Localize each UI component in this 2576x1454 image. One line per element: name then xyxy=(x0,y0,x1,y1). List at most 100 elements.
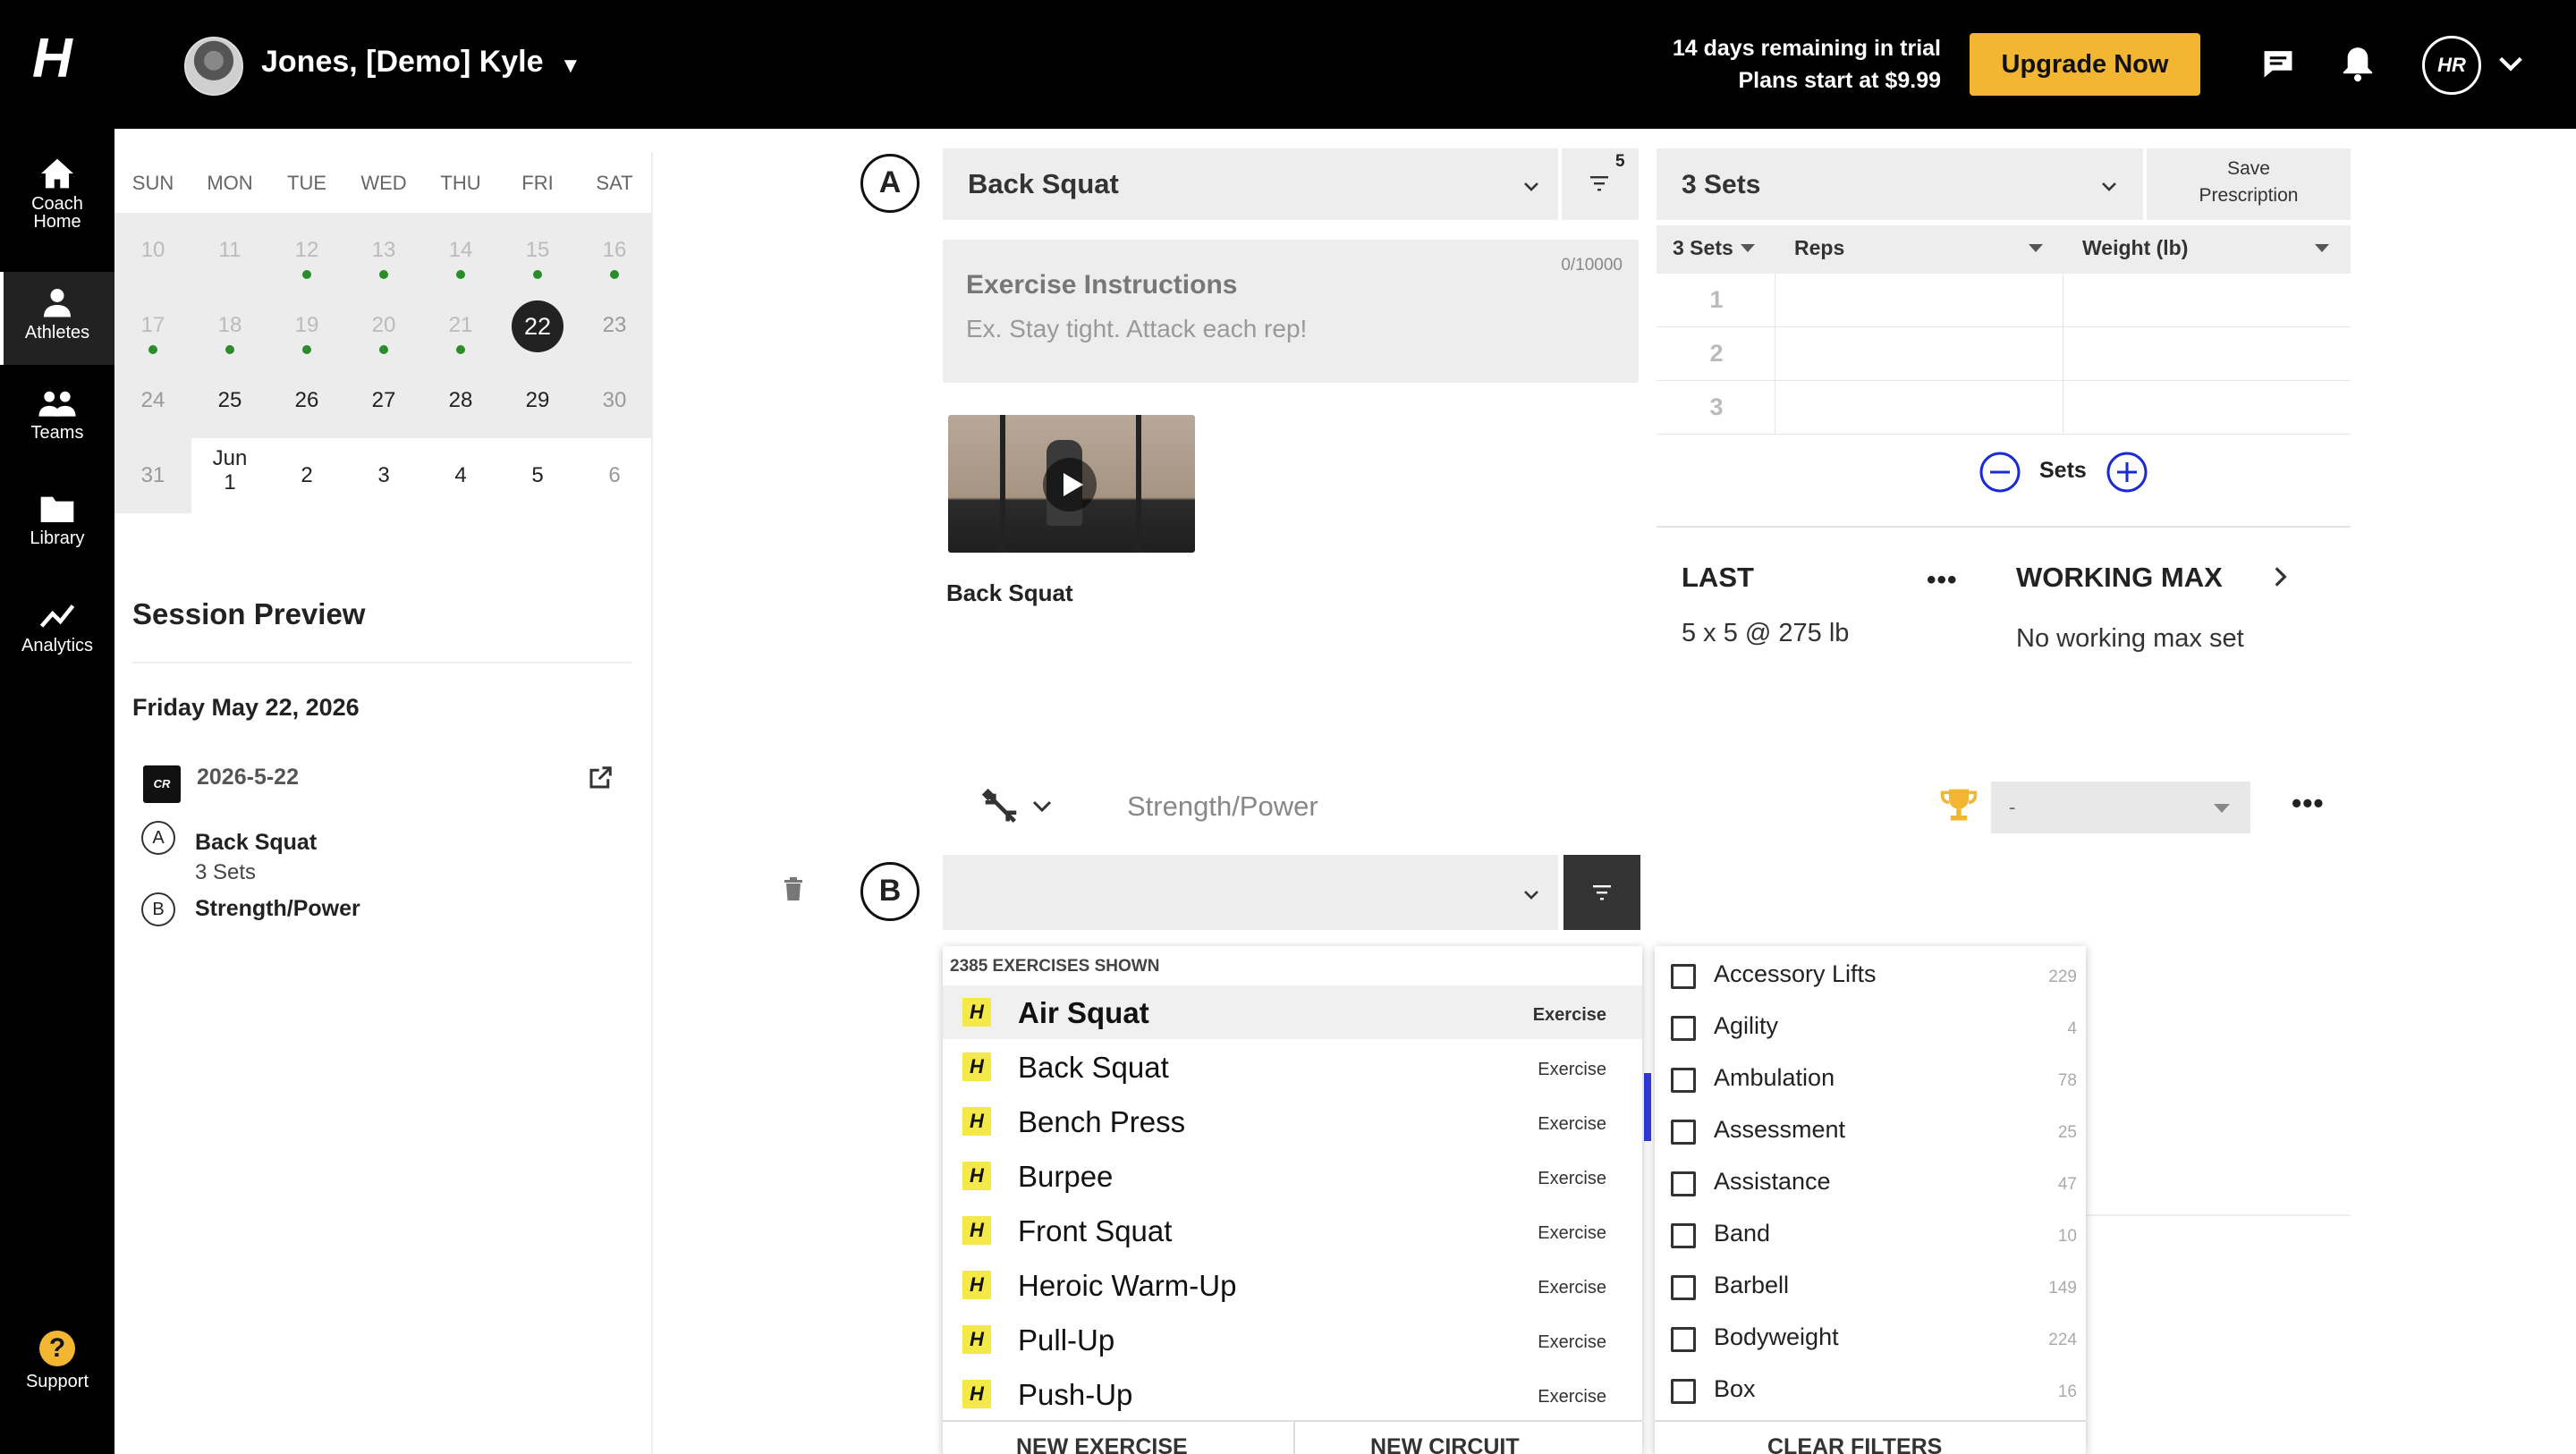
column-header[interactable]: 3 Sets xyxy=(1673,236,1733,260)
filter-option[interactable]: Assistance 47 xyxy=(1655,1155,2086,1207)
filter-checkbox[interactable] xyxy=(1671,1379,1696,1404)
filter-option[interactable]: Assessment 25 xyxy=(1655,1103,2086,1155)
chevron-down-icon[interactable] xyxy=(2496,48,2526,79)
filter-option[interactable]: Barbell 149 xyxy=(1655,1259,2086,1311)
exercise-option[interactable]: H Burpee Exercise xyxy=(943,1149,1642,1203)
calendar-day[interactable]: 4 xyxy=(422,438,499,513)
chevron-down-icon[interactable] xyxy=(1030,798,1054,816)
filter-option[interactable]: Band 10 xyxy=(1655,1207,2086,1259)
play-icon[interactable] xyxy=(1041,456,1098,513)
nav-analytics[interactable]: Analytics xyxy=(0,599,114,655)
filter-checkbox[interactable] xyxy=(1671,1016,1696,1041)
circuit-name[interactable]: Strength/Power xyxy=(1127,790,1318,823)
calendar-day[interactable]: 17 xyxy=(114,288,191,363)
calendar-day[interactable]: 29 xyxy=(499,363,576,438)
exercise-option[interactable]: H Pull-Up Exercise xyxy=(943,1313,1642,1366)
calendar-day[interactable]: 25 xyxy=(191,363,268,438)
chevron-down-icon[interactable] xyxy=(1521,883,1542,905)
support-label[interactable]: Support xyxy=(0,1372,114,1392)
open-external-icon[interactable] xyxy=(587,765,614,791)
user-avatar[interactable]: HR xyxy=(2422,36,2481,95)
upgrade-button[interactable]: Upgrade Now xyxy=(1970,33,2200,96)
calendar-day[interactable]: 28 xyxy=(422,363,499,438)
calendar-day[interactable]: 26 xyxy=(268,363,345,438)
exercise-select[interactable] xyxy=(943,855,1558,930)
filter-checkbox[interactable] xyxy=(1671,1223,1696,1248)
filter-option[interactable]: Ambulation 78 xyxy=(1655,1052,2086,1103)
nav-teams[interactable]: Teams xyxy=(0,388,114,442)
calendar-day[interactable]: 15 xyxy=(499,213,576,288)
filter-option[interactable]: Bodyweight 224 xyxy=(1655,1311,2086,1363)
calendar-day[interactable]: 10 xyxy=(114,213,191,288)
filter-checkbox[interactable] xyxy=(1671,1275,1696,1300)
trash-icon[interactable] xyxy=(784,876,803,901)
calendar-day[interactable]: 5 xyxy=(499,438,576,513)
more-options-icon[interactable]: ••• xyxy=(1927,565,1958,596)
new-exercise-button[interactable]: NEW EXERCISE xyxy=(1016,1434,1188,1454)
add-set-icon[interactable] xyxy=(2106,451,2148,494)
more-options-icon[interactable]: ••• xyxy=(2292,787,2325,820)
calendar-day[interactable]: 12 xyxy=(268,213,345,288)
calendar-day[interactable]: 21 xyxy=(422,288,499,363)
exercise-filter-button[interactable] xyxy=(1563,855,1640,930)
athlete-avatar[interactable] xyxy=(184,37,243,96)
calendar-day[interactable]: 14 xyxy=(422,213,499,288)
column-header[interactable]: Weight (lb) xyxy=(2082,236,2188,260)
chevron-down-icon[interactable] xyxy=(1521,175,1542,197)
circuit-type-icon[interactable] xyxy=(980,787,1021,828)
athlete-name[interactable]: Jones, [Demo] Kyle xyxy=(261,45,544,80)
clear-filters-button[interactable]: CLEAR FILTERS xyxy=(1767,1434,1942,1454)
calendar-day[interactable]: Jun 1 xyxy=(191,438,268,513)
exercise-option[interactable]: H Front Squat Exercise xyxy=(943,1204,1642,1257)
calendar-day[interactable]: 20 xyxy=(345,288,422,363)
filter-checkbox[interactable] xyxy=(1671,1171,1696,1196)
calendar-day[interactable]: 18 xyxy=(191,288,268,363)
calendar-day[interactable]: 27 xyxy=(345,363,422,438)
support-icon[interactable]: ? xyxy=(39,1331,75,1366)
caret-down-icon[interactable] xyxy=(2313,241,2331,254)
save-prescription-button[interactable]: Save Prescription xyxy=(2147,148,2351,220)
calendar-day[interactable]: 23 xyxy=(576,288,653,363)
exercise-option[interactable]: H Back Squat Exercise xyxy=(943,1040,1642,1094)
calendar-day[interactable]: 19 xyxy=(268,288,345,363)
filter-checkbox[interactable] xyxy=(1671,964,1696,989)
exercise-option[interactable]: H Air Squat Exercise xyxy=(943,985,1642,1039)
exercise-filter-button[interactable] xyxy=(1562,148,1639,220)
filter-checkbox[interactable] xyxy=(1671,1068,1696,1093)
chevron-right-icon[interactable] xyxy=(2268,563,2292,590)
calendar-day[interactable]: 6 xyxy=(576,438,653,513)
exercise-option[interactable]: H Heroic Warm-Up Exercise xyxy=(943,1258,1642,1312)
trophy-icon[interactable] xyxy=(1939,785,1979,826)
filter-checkbox[interactable] xyxy=(1671,1327,1696,1352)
prescription-row[interactable]: 1 xyxy=(1657,274,2351,327)
calendar-day[interactable]: 16 xyxy=(576,213,653,288)
remove-set-icon[interactable] xyxy=(1979,451,2021,494)
exercise-video-thumbnail[interactable] xyxy=(948,415,1195,553)
filter-option[interactable]: Box 16 xyxy=(1655,1363,2086,1415)
filter-checkbox[interactable] xyxy=(1671,1120,1696,1145)
exercise-option[interactable]: H Bench Press Exercise xyxy=(943,1095,1642,1148)
caret-down-icon[interactable] xyxy=(1739,241,1757,254)
bell-icon[interactable] xyxy=(2340,45,2376,82)
column-header[interactable]: Reps xyxy=(1794,236,1844,260)
new-circuit-button[interactable]: NEW CIRCUIT xyxy=(1370,1434,1520,1454)
caret-down-icon[interactable] xyxy=(2027,241,2045,254)
filter-option[interactable]: Accessory Lifts 229 xyxy=(1655,948,2086,1000)
nav-coach-home[interactable]: Coach Home xyxy=(0,157,114,231)
calendar-day[interactable]: 11 xyxy=(191,213,268,288)
calendar-day[interactable]: 24 xyxy=(114,363,191,438)
calendar-day[interactable]: 3 xyxy=(345,438,422,513)
caret-down-icon[interactable] xyxy=(2213,803,2231,814)
app-logo[interactable]: H xyxy=(32,31,86,87)
calendar-day[interactable]: 31 xyxy=(114,438,191,513)
chevron-down-icon[interactable] xyxy=(2098,175,2120,197)
calendar-day[interactable]: 13 xyxy=(345,213,422,288)
calendar-day-today[interactable]: 22 xyxy=(499,288,576,363)
scoring-select[interactable] xyxy=(1991,782,2250,833)
nav-athletes[interactable]: Athletes xyxy=(0,272,114,365)
chat-icon[interactable] xyxy=(2261,48,2295,79)
prescription-row[interactable]: 2 xyxy=(1657,327,2351,381)
exercise-option[interactable]: H Push-Up Exercise xyxy=(943,1367,1642,1421)
nav-library[interactable]: Library xyxy=(0,494,114,547)
caret-down-icon[interactable]: ▼ xyxy=(560,54,581,79)
